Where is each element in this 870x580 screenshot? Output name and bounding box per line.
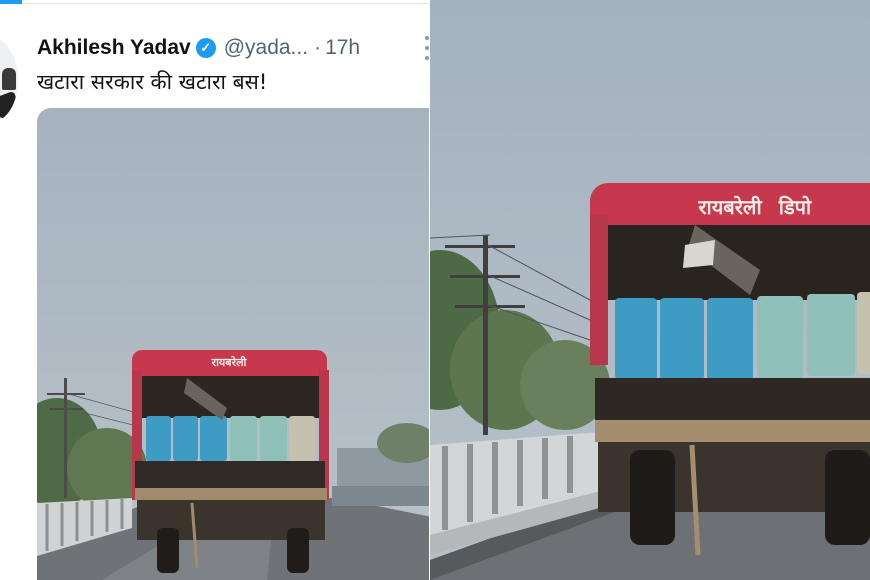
bus-sign-depot-text: डिपो xyxy=(778,195,812,219)
timestamp[interactable]: 17h xyxy=(325,36,360,60)
author-handle[interactable]: @yada... xyxy=(224,36,308,60)
top-divider xyxy=(0,0,430,6)
author-name[interactable]: Akhilesh Yadav xyxy=(37,36,191,60)
separator-dot: · xyxy=(314,36,322,59)
tweet-card: Akhilesh Yadav ✓ @yada... · 17h खटारा सर… xyxy=(0,0,430,580)
avatar-detail xyxy=(2,68,16,90)
verified-badge-icon: ✓ xyxy=(195,38,216,58)
bus-sign-text: रायबरेली xyxy=(211,355,248,369)
tweet-header: Akhilesh Yadav ✓ @yada... · 17h xyxy=(37,34,430,62)
tweet-text: खटारा सरकार की खटारा बस! xyxy=(37,70,268,94)
tweet-photo[interactable]: रायबरेली xyxy=(37,108,430,580)
avatar[interactable] xyxy=(0,38,18,122)
bus-sign-text-large: रायबरेली xyxy=(697,195,762,219)
zoomed-bus-photo: रायबरेली डिपो xyxy=(430,0,870,580)
top-accent-bar xyxy=(0,0,22,4)
top-divider-line xyxy=(22,3,430,4)
bus-photo-large: रायबरेली डिपो xyxy=(430,0,870,580)
bus-photo-small: रायबरेली xyxy=(37,108,430,580)
avatar-detail-2 xyxy=(0,90,18,120)
